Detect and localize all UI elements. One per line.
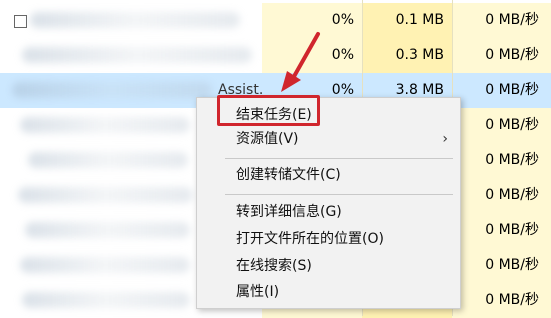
annotation-arrow-icon [281, 32, 320, 92]
